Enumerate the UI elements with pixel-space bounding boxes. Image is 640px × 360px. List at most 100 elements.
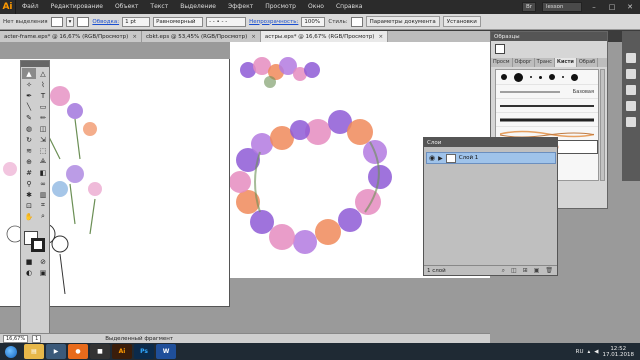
fill-swatch[interactable] bbox=[50, 16, 63, 27]
brush-dropdown[interactable]: - - • - - bbox=[206, 16, 247, 27]
page-field[interactable]: 1 bbox=[32, 334, 42, 343]
tab-view[interactable]: Просм bbox=[491, 58, 513, 67]
volume-icon[interactable]: ◀ bbox=[594, 349, 598, 355]
zoom-tool-icon[interactable]: ⌕ bbox=[36, 211, 50, 222]
stroke-weight-field[interactable]: 1 pt bbox=[122, 16, 151, 27]
minimize-icon[interactable]: – bbox=[588, 2, 600, 12]
direct-selection-tool-icon[interactable]: △ bbox=[36, 68, 50, 79]
magic-wand-tool-icon[interactable]: ✧ bbox=[22, 79, 36, 90]
menu-edit[interactable]: Редактирование bbox=[45, 0, 109, 14]
bridge-button[interactable]: Br bbox=[521, 2, 536, 12]
perspective-tool-icon[interactable]: ⟁ bbox=[36, 156, 50, 167]
tab-style[interactable]: Офорг bbox=[513, 58, 535, 67]
tab-strokes[interactable]: Обраб bbox=[577, 58, 599, 67]
close-tab-icon[interactable]: × bbox=[132, 34, 137, 40]
taskbar-app-illustrator[interactable]: Ai bbox=[112, 344, 132, 359]
network-icon[interactable]: ▴ bbox=[588, 349, 591, 355]
visibility-eye-icon[interactable]: ◉ bbox=[429, 154, 435, 162]
new-sublayer-icon[interactable]: ⊞ bbox=[523, 267, 528, 275]
hand-tool-icon[interactable]: ✋ bbox=[22, 211, 36, 222]
pen-tool-icon[interactable]: ✒ bbox=[22, 90, 36, 101]
menu-view[interactable]: Просмотр bbox=[259, 0, 302, 14]
none-mode-icon[interactable]: ⊘ bbox=[36, 256, 50, 267]
language-indicator[interactable]: RU bbox=[576, 349, 584, 355]
brush-dot[interactable] bbox=[571, 73, 578, 81]
restore-icon[interactable]: □ bbox=[606, 2, 618, 12]
menu-text[interactable]: Текст bbox=[144, 0, 174, 14]
panel-scrollbar[interactable] bbox=[600, 69, 605, 181]
locate-object-icon[interactable]: ⌕ bbox=[502, 267, 505, 275]
slice-tool-icon[interactable]: ⌗ bbox=[36, 200, 50, 211]
pencil-tool-icon[interactable]: ✏ bbox=[36, 112, 50, 123]
menu-window[interactable]: Окно bbox=[302, 0, 330, 14]
brush-dot[interactable] bbox=[501, 74, 507, 80]
brushes-panel-icon[interactable] bbox=[626, 85, 636, 95]
color-mode-icon[interactable]: ■ bbox=[22, 256, 36, 267]
brush-row-charcoal[interactable] bbox=[496, 98, 598, 112]
tab-astry[interactable]: астры.eps* @ 16,67% (RGB/Просмотр) × bbox=[260, 31, 389, 42]
tab-transparency[interactable]: Транс bbox=[535, 58, 555, 67]
taskbar-app-app-dark[interactable]: ■ bbox=[90, 344, 110, 359]
current-swatch[interactable] bbox=[495, 44, 505, 54]
taskbar-app-explorer[interactable]: ▤ bbox=[24, 344, 44, 359]
stroke-link[interactable]: Обводка: bbox=[92, 19, 119, 25]
fill-dropdown[interactable]: ▾ bbox=[65, 16, 75, 27]
doc-settings-button[interactable]: Параметры документа bbox=[365, 16, 440, 27]
brush-dot[interactable] bbox=[539, 75, 542, 79]
stroke-swatch[interactable] bbox=[77, 16, 90, 27]
draw-mode-icon[interactable]: ◐ bbox=[22, 267, 36, 278]
shape-builder-tool-icon[interactable]: ⊕ bbox=[22, 156, 36, 167]
eyedropper-tool-icon[interactable]: ⚲ bbox=[22, 178, 36, 189]
zoom-dropdown[interactable]: 16,67% bbox=[3, 334, 29, 343]
taskbar-app-photoshop[interactable]: Ps bbox=[134, 344, 154, 359]
menu-file[interactable]: Файл bbox=[16, 0, 45, 14]
graph-tool-icon[interactable]: ▥ bbox=[36, 189, 50, 200]
stroke-color-box[interactable] bbox=[31, 238, 45, 252]
close-tab-icon[interactable]: × bbox=[251, 34, 256, 40]
line-tool-icon[interactable]: ╲ bbox=[22, 101, 36, 112]
style-swatch[interactable] bbox=[350, 16, 363, 27]
panel-title[interactable]: Слои bbox=[424, 138, 557, 147]
rectangle-tool-icon[interactable]: ▭ bbox=[36, 101, 50, 112]
close-icon[interactable]: ✕ bbox=[624, 2, 636, 12]
width-tool-icon[interactable]: ≋ bbox=[22, 145, 36, 156]
brush-dot[interactable] bbox=[530, 76, 532, 78]
taskbar-app-media[interactable]: ▶ bbox=[46, 344, 66, 359]
new-layer-icon[interactable]: ▣ bbox=[534, 267, 540, 275]
lasso-tool-icon[interactable]: ⌇ bbox=[36, 79, 50, 90]
clipping-mask-icon[interactable]: ◫ bbox=[511, 267, 517, 275]
menu-object[interactable]: Объект bbox=[109, 0, 144, 14]
taskbar-app-firefox[interactable]: ● bbox=[68, 344, 88, 359]
tab-brushes[interactable]: Кисти bbox=[554, 58, 577, 67]
opacity-link[interactable]: Непрозрачность: bbox=[249, 19, 298, 25]
color-panel-icon[interactable] bbox=[626, 53, 636, 63]
graphic-styles-icon[interactable] bbox=[626, 117, 636, 127]
brush-dot[interactable] bbox=[514, 72, 523, 82]
menu-select[interactable]: Выделение bbox=[174, 0, 222, 14]
artboard-tool-icon[interactable]: ⊡ bbox=[22, 200, 36, 211]
expand-arrow-icon[interactable]: ▶ bbox=[438, 155, 443, 162]
panel-title[interactable]: Образцы bbox=[491, 32, 607, 41]
rotate-tool-icon[interactable]: ↻ bbox=[22, 134, 36, 145]
blend-tool-icon[interactable]: ∞ bbox=[36, 178, 50, 189]
tab-acter-frame[interactable]: acter-frame.eps* @ 16,67% (RGB/Просмотр)… bbox=[0, 31, 142, 42]
symbols-panel-icon[interactable] bbox=[626, 101, 636, 111]
selection-tool-icon[interactable]: ▲ bbox=[22, 68, 36, 79]
brush-dot[interactable] bbox=[549, 74, 555, 80]
menu-effect[interactable]: Эффект bbox=[222, 0, 259, 14]
settings-button[interactable]: Установки bbox=[442, 16, 481, 27]
layer-name[interactable]: Слой 1 bbox=[459, 155, 479, 161]
symbol-sprayer-tool-icon[interactable]: ✱ bbox=[22, 189, 36, 200]
start-button[interactable] bbox=[0, 343, 22, 360]
user-field[interactable]: lesson bbox=[542, 2, 582, 12]
eraser-tool-icon[interactable]: ◫ bbox=[36, 123, 50, 134]
close-tab-icon[interactable]: × bbox=[378, 34, 383, 40]
mesh-tool-icon[interactable]: # bbox=[22, 167, 36, 178]
gradient-tool-icon[interactable]: ◧ bbox=[36, 167, 50, 178]
taskbar-app-word[interactable]: W bbox=[156, 344, 176, 359]
screen-mode-icon[interactable]: ▣ bbox=[36, 267, 50, 278]
free-transform-tool-icon[interactable]: ⬚ bbox=[36, 145, 50, 156]
menu-help[interactable]: Справка bbox=[330, 0, 368, 14]
delete-layer-icon[interactable]: 🗑 bbox=[545, 267, 553, 275]
brush-row-ink[interactable] bbox=[496, 112, 598, 126]
